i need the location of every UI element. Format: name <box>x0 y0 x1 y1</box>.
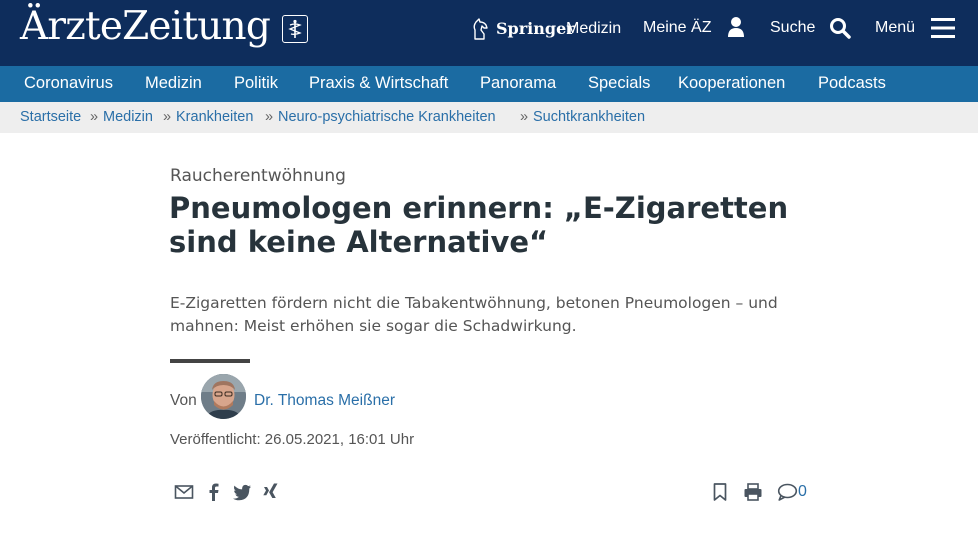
springer-name: Springer <box>496 19 575 38</box>
facebook-icon[interactable] <box>204 482 224 502</box>
nav-item-kooperationen[interactable]: Kooperationen <box>678 74 785 93</box>
nav-item-podcasts[interactable]: Podcasts <box>818 74 886 93</box>
article-kicker: Raucherentwöhnung <box>170 166 346 186</box>
nav-item-specials[interactable]: Specials <box>588 74 650 93</box>
nav-item-politik[interactable]: Politik <box>234 74 278 93</box>
breadcrumb-neuro-psychiatrische[interactable]: Neuro-psychiatrische Krankheiten <box>278 109 496 125</box>
email-icon[interactable] <box>174 482 194 502</box>
breadcrumb-suchtkrankheiten[interactable]: Suchtkrankheiten <box>533 109 645 125</box>
twitter-icon[interactable] <box>232 482 252 502</box>
breadcrumb-separator: » <box>163 109 172 125</box>
site-header: ÄrzteZeitung Springer Medizin Meine ÄZ S… <box>0 0 978 66</box>
author-link[interactable]: Dr. Thomas Meißner <box>254 392 395 410</box>
comment-icon[interactable] <box>777 482 798 502</box>
springer-sub: Medizin <box>566 20 622 37</box>
search-link[interactable]: Suche <box>770 19 815 37</box>
nav-item-medizin[interactable]: Medizin <box>145 74 202 93</box>
byline-label: Von <box>170 392 197 409</box>
nav-item-praxis-wirtschaft[interactable]: Praxis & Wirtschaft <box>309 74 448 93</box>
breadcrumb-startseite[interactable]: Startseite <box>20 109 81 125</box>
author-avatar[interactable] <box>201 374 246 419</box>
springer-horse-icon <box>473 18 488 40</box>
breadcrumb-separator: » <box>520 109 529 125</box>
breadcrumb-krankheiten[interactable]: Krankheiten <box>176 109 253 125</box>
hamburger-menu-icon[interactable] <box>931 17 955 39</box>
meine-az-link[interactable]: Meine ÄZ <box>643 19 711 37</box>
published-date: Veröffentlicht: 26.05.2021, 16:01 Uhr <box>170 431 415 448</box>
xing-icon[interactable] <box>261 482 281 502</box>
site-logo[interactable]: ÄrzteZeitung <box>20 4 271 49</box>
search-icon[interactable] <box>829 17 851 39</box>
breadcrumb-separator: » <box>265 109 274 125</box>
nav-item-coronavirus[interactable]: Coronavirus <box>24 74 113 93</box>
menu-link[interactable]: Menü <box>875 19 915 37</box>
comment-count[interactable]: 0 <box>798 483 807 501</box>
article-lead: E-Zigaretten fördern nicht die Tabakentw… <box>170 294 778 335</box>
divider <box>170 359 250 363</box>
user-icon[interactable] <box>727 16 745 38</box>
breadcrumb-medizin[interactable]: Medizin <box>103 109 153 125</box>
print-icon[interactable] <box>743 482 763 502</box>
breadcrumb-separator: » <box>90 109 99 125</box>
main-nav: Coronavirus Medizin Politik Praxis & Wir… <box>0 66 978 102</box>
nav-item-panorama[interactable]: Panorama <box>480 74 556 93</box>
caduceus-icon <box>282 15 308 43</box>
breadcrumb: Startseite » Medizin » Krankheiten » Neu… <box>0 102 978 133</box>
bookmark-icon[interactable] <box>710 482 730 502</box>
article-title: Pneumologen erinnern: „E-Zigaretten sind… <box>169 191 789 259</box>
